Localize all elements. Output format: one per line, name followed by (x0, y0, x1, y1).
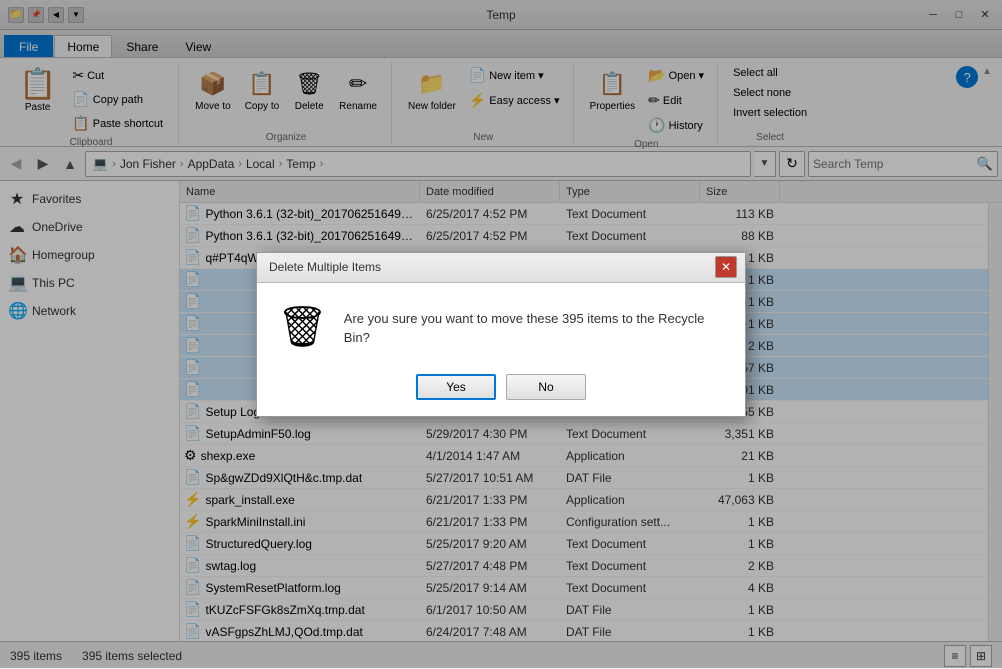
modal-yes-button[interactable]: Yes (416, 374, 496, 400)
modal-buttons: Yes No (257, 366, 745, 416)
modal-no-button[interactable]: No (506, 374, 586, 400)
modal-message: Are you sure you want to move these 395 … (344, 303, 725, 348)
modal-body: 🗑 Are you sure you want to move these 39… (257, 283, 745, 366)
delete-modal: Delete Multiple Items ✕ 🗑 Are you sure y… (256, 252, 746, 417)
modal-recycle-icon: 🗑 (277, 303, 328, 350)
modal-close-button[interactable]: ✕ (715, 256, 737, 278)
modal-title: Delete Multiple Items (269, 260, 381, 274)
modal-overlay: Delete Multiple Items ✕ 🗑 Are you sure y… (0, 0, 1002, 668)
modal-title-bar: Delete Multiple Items ✕ (257, 253, 745, 283)
